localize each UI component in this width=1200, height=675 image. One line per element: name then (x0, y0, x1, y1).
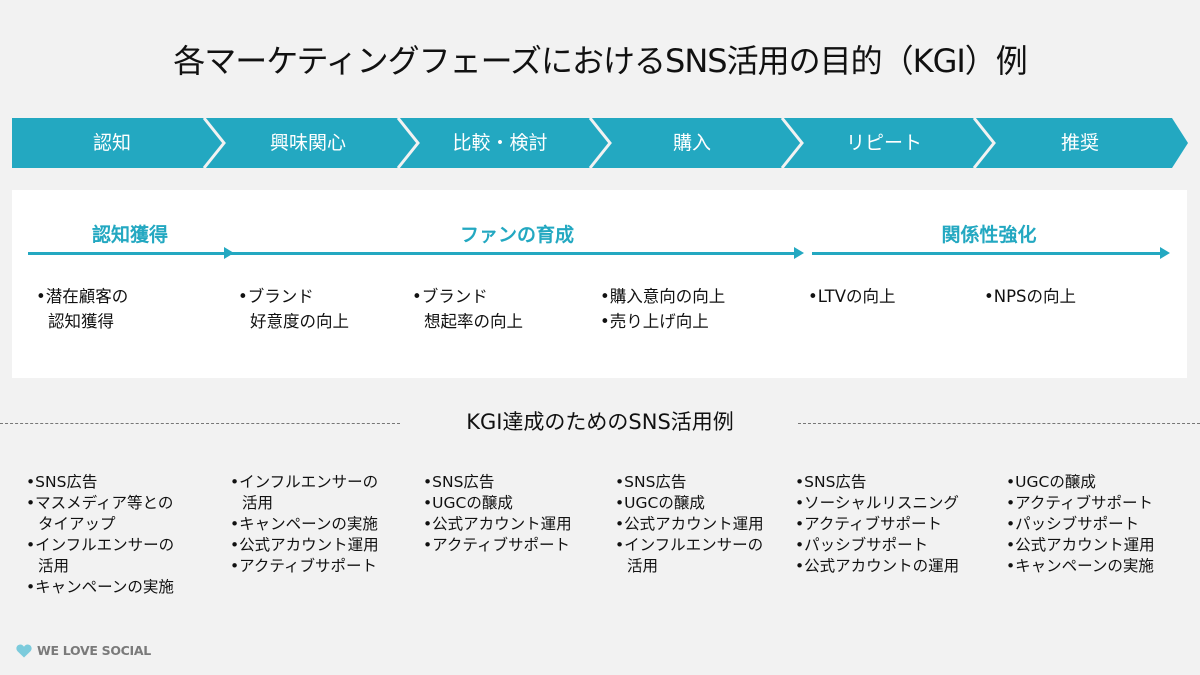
usecase-item: •パッシブサポート (795, 536, 929, 554)
usecase-item: •インフルエンサーの (230, 473, 379, 491)
usecase-item: •キャンペーンの実施 (26, 578, 174, 596)
usecase-item: •公式アカウント運用 (1006, 536, 1155, 554)
goal-fan-building: ファンの育成 (459, 224, 574, 246)
usecase-item: •SNS広告 (795, 473, 867, 491)
usecase-item: •公式アカウントの運用 (795, 557, 960, 575)
usecase-item: タイアップ (38, 515, 116, 533)
goal-arrow-awareness (28, 247, 234, 259)
kgi-item: •ブランド 好意度の向上 (238, 287, 349, 331)
phase-purchase: 購入 (672, 132, 711, 154)
goal-relationship: 関係性強化 (941, 224, 1037, 246)
usecase-column: •SNS広告 •UGCの醸成 •公式アカウント運用 •インフルエンサーの活用 (615, 472, 764, 577)
usecase-item: •アクティブサポート (423, 536, 570, 554)
usecase-item: •UGCの醸成 (615, 494, 705, 512)
page-title: 各マーケティングフェーズにおけるSNS活用の目的（KGI）例 (173, 42, 1028, 80)
usecase-column: •SNS広告 •ソーシャルリスニング •アクティブサポート •パッシブサポート •公式ア… (795, 472, 959, 577)
usecase-item: •キャンペーンの実施 (230, 515, 378, 533)
phase-interest: 興味関心 (269, 132, 346, 154)
goal-awareness: 認知獲得 (91, 224, 168, 246)
usecase-item: •アクティブサポート (1006, 494, 1153, 512)
usecase-item: •ソーシャルリスニング (795, 494, 959, 512)
goal-arrow-fan-building (231, 247, 804, 259)
usecase-section-title: KGI達成のためのSNS活用例 (466, 410, 734, 434)
usecase-item: •UGCの醸成 (423, 494, 513, 512)
usecase-item: 活用 (627, 557, 659, 575)
usecase-item: •アクティブサポート (230, 557, 377, 575)
usecase-item: •インフルエンサーの (26, 536, 175, 554)
phase-comparison: 比較・検討 (452, 132, 548, 154)
usecase-column: •インフルエンサーの活用 •キャンペーンの実施 •公式アカウント運用 •アクティブサポ… (230, 472, 379, 577)
usecase-item: •SNS広告 (423, 473, 495, 491)
usecase-item: •アクティブサポート (795, 515, 942, 533)
usecase-item: •SNS広告 (26, 473, 98, 491)
divider-right (798, 423, 1200, 424)
kgi-item: •LTVの向上 (808, 287, 896, 306)
kgi-item: •NPSの向上 (984, 287, 1076, 306)
usecase-item: •公式アカウント運用 (615, 515, 764, 533)
kgi-item: •潜在顧客の 認知獲得 (36, 287, 129, 331)
usecase-item: •マスメディア等との (26, 494, 174, 512)
goal-arrow-relationship (812, 247, 1170, 259)
usecase-item: •公式アカウント運用 (230, 536, 379, 554)
usecase-item: •公式アカウント運用 (423, 515, 572, 533)
usecase-item: •パッシブサポート (1006, 515, 1140, 533)
heart-icon (16, 644, 32, 657)
usecase-item: •キャンペーンの実施 (1006, 557, 1154, 575)
usecase-item: 活用 (38, 557, 70, 575)
usecase-column: •SNS広告 •マスメディア等とのタイアップ •インフルエンサーの活用 •キャンペーン… (26, 472, 174, 598)
kgi-item: •ブランド 想起率の向上 (412, 287, 523, 331)
logo-text: WE LOVE SOCIAL (37, 643, 151, 658)
brand-logo: WE LOVE SOCIAL (16, 643, 151, 658)
usecase-column: •UGCの醸成 •アクティブサポート •パッシブサポート •公式アカウント運用 •キャン… (1006, 472, 1155, 577)
usecase-item: •UGCの醸成 (1006, 473, 1096, 491)
usecase-item: •SNS広告 (615, 473, 687, 491)
kgi-panel: 認知獲得 ファンの育成 関係性強化 •潜在顧客の 認知獲得 •ブランド 好意度の… (12, 190, 1187, 378)
usecase-item: •インフルエンサーの (615, 536, 764, 554)
phase-awareness: 認知 (92, 132, 131, 154)
phase-repeat: リピート (845, 132, 922, 154)
kgi-item: •購入意向の向上 •売り上げ向上 (600, 287, 726, 331)
usecase-column: •SNS広告 •UGCの醸成 •公式アカウント運用 •アクティブサポート (423, 472, 572, 556)
phase-recommend: 推奨 (1060, 132, 1099, 154)
usecase-item: 活用 (242, 494, 274, 512)
phase-bar: 認知 興味関心 比較・検討 購入 リピート 推奨 (12, 118, 1188, 168)
